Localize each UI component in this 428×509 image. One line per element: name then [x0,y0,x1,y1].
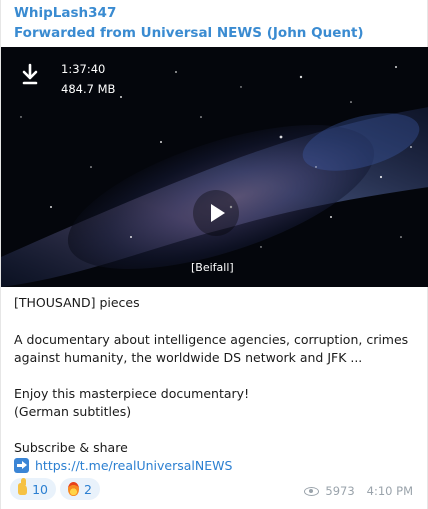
video-duration: 1:37:40 [61,62,106,76]
video-player[interactable]: 1:37:40 484.7 MB [Beifall] [1,47,428,287]
thumbs-up-icon [18,478,28,495]
video-size: 484.7 MB [61,82,116,96]
reaction-fire[interactable]: 2 [60,478,100,500]
message-time: 4:10 PM [366,484,413,498]
play-icon [211,204,225,222]
caption-link-line: https://t.me/realUniversalNEWS [14,457,232,475]
channel-link[interactable]: https://t.me/realUniversalNEWS [35,458,232,473]
reaction-count: 2 [84,481,92,497]
view-count: 5973 [325,484,355,498]
download-icon[interactable] [15,59,45,89]
video-subtitle: [Beifall] [191,261,234,274]
caption-line: A documentary about intelligence agencie… [14,332,409,347]
reaction-count: 10 [32,481,48,497]
eye-icon [304,486,320,496]
fire-icon [68,482,80,496]
caption-line: [THOUSAND] pieces [14,295,140,310]
caption-line: against humanity, the worldwide DS netwo… [14,350,363,365]
caption-line: (German subtitles) [14,404,132,419]
caption-line: Enjoy this masterpiece documentary! [14,386,250,401]
video-meta: 1:37:40 484.7 MB [61,59,115,99]
sender-name[interactable]: WhipLash347 [14,4,116,22]
caption-line: Subscribe & share [14,440,128,455]
reaction-thumbs-up[interactable]: 10 [10,478,56,500]
message-bubble: WhipLash347 Forwarded from Universal NEW… [0,0,428,509]
play-button[interactable] [193,190,239,236]
right-arrow-icon [14,458,29,473]
message-footer: 5973 4:10 PM [304,484,413,498]
forwarded-from[interactable]: Forwarded from Universal NEWS (John Quen… [14,24,364,42]
